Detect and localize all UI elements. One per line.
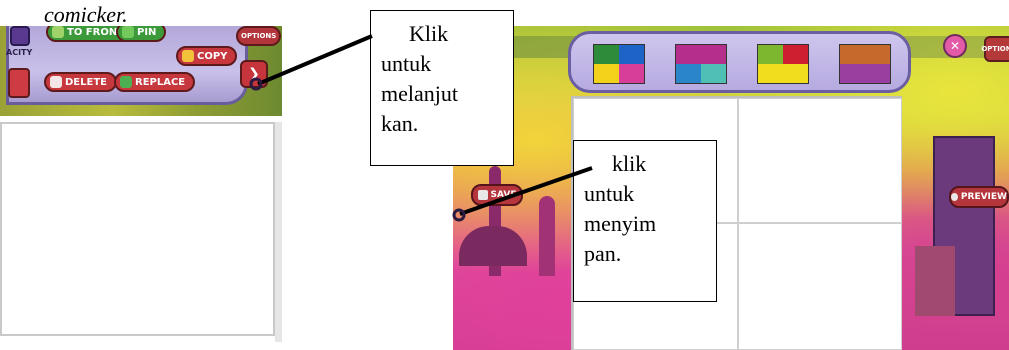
comic-panel[interactable] xyxy=(738,223,902,350)
callout-next-line: melanjut xyxy=(381,81,458,106)
layout-cell xyxy=(619,45,644,64)
copy-icon xyxy=(182,50,194,62)
opacity-label: ACITY xyxy=(6,48,33,57)
comic-panel[interactable] xyxy=(738,98,902,223)
trash-icon xyxy=(50,76,62,88)
right-screenshot: ✕ OPTIONS SAVE PREVIEW xyxy=(453,26,1009,350)
layout-cell xyxy=(676,64,701,83)
close-button[interactable]: ✕ xyxy=(943,34,967,58)
layout-cell xyxy=(701,64,726,83)
layout-cell xyxy=(840,45,890,64)
left-canvas-edge xyxy=(275,122,282,342)
options-button-right[interactable]: OPTIONS xyxy=(981,36,1009,62)
delete-label: DELETE xyxy=(65,76,107,88)
chevron-right-icon: ❯ xyxy=(248,66,260,82)
background-building-right-2 xyxy=(915,246,955,316)
options-button-left[interactable]: OPTIONS xyxy=(236,26,282,46)
replace-label: REPLACE xyxy=(135,76,186,88)
background-tower-left-2 xyxy=(539,196,555,276)
layout-cell xyxy=(594,64,619,83)
save-button[interactable]: SAVE xyxy=(471,184,523,206)
background-dome-left xyxy=(459,226,527,266)
pin-label: PIN xyxy=(137,26,157,38)
replace-icon xyxy=(120,76,132,88)
preview-label: PREVIEW xyxy=(960,192,1007,202)
options-label-left: OPTIONS xyxy=(241,32,277,40)
left-comic-canvas[interactable] xyxy=(0,122,275,336)
delete-button[interactable]: DELETE xyxy=(44,72,117,92)
layout-option-four-panels[interactable] xyxy=(593,44,645,84)
left-screenshot: TO FRONT PIN OPTIONS ACITY COPY DELETE R… xyxy=(0,26,282,342)
callout-save-line: untuk xyxy=(584,181,635,206)
copy-label: COPY xyxy=(197,50,228,62)
next-button[interactable]: ❯ xyxy=(240,60,268,88)
callout-save: klik untuk menyim pan. xyxy=(573,140,717,302)
callout-next-line: untuk xyxy=(381,51,432,76)
floppy-disk-icon xyxy=(477,190,488,200)
opacity-icon xyxy=(10,26,30,46)
copy-button[interactable]: COPY xyxy=(176,46,238,66)
layout-cell xyxy=(783,45,808,64)
layout-cell xyxy=(619,64,644,83)
layout-picker-panel xyxy=(568,31,911,93)
close-icon: ✕ xyxy=(949,39,961,53)
pin-icon xyxy=(122,26,134,38)
callout-save-line: pan. xyxy=(584,241,622,266)
save-label: SAVE xyxy=(490,190,517,200)
preview-button[interactable]: PREVIEW xyxy=(949,186,1009,208)
callout-next-line: kan. xyxy=(381,111,419,136)
opacity-control[interactable]: ACITY xyxy=(4,26,33,70)
to-front-icon xyxy=(52,26,64,38)
caption: comicker. xyxy=(44,2,128,27)
callout-save-line: menyim xyxy=(584,211,657,236)
options-label-right: OPTIONS xyxy=(981,45,1009,53)
pin-button[interactable]: PIN xyxy=(116,26,167,42)
layout-option-two-rows[interactable] xyxy=(839,44,891,84)
layout-cell xyxy=(676,45,726,64)
callout-next-line: Klik xyxy=(409,21,449,46)
layout-option-one-top-two-bottom[interactable] xyxy=(675,44,727,84)
callout-save-line: klik xyxy=(612,151,647,176)
eye-icon xyxy=(951,193,958,201)
callout-next: Klik untuk melanjut kan. xyxy=(370,10,514,166)
layout-cell xyxy=(840,64,890,83)
layout-cell xyxy=(758,45,783,64)
replace-button[interactable]: REPLACE xyxy=(114,72,196,92)
layout-cell xyxy=(758,64,808,83)
layout-option-two-top-one-bottom[interactable] xyxy=(757,44,809,84)
character-icon[interactable] xyxy=(8,68,30,98)
layout-cell xyxy=(594,45,619,64)
left-toolbar: TO FRONT PIN OPTIONS ACITY COPY DELETE R… xyxy=(0,26,282,116)
